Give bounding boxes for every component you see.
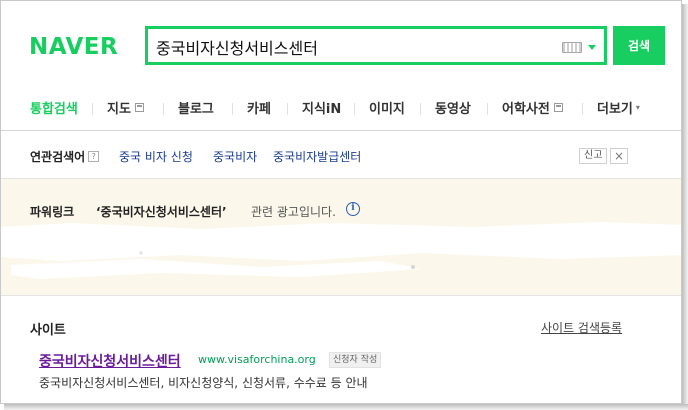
powerlink-section: 파워링크 ‘중국비자신청서비스센터’ 관련 광고입니다. i [1,179,681,295]
chevron-down-icon[interactable] [588,45,596,50]
redacted-ads [1,222,681,279]
frame-shadow [682,4,688,410]
tab-kin[interactable]: 지식iN [302,98,341,117]
report-button[interactable]: 신고 [579,148,608,164]
tab-blog[interactable]: 블로그 [178,98,214,117]
search-box[interactable] [145,26,607,65]
close-icon[interactable]: × [610,148,628,164]
nav-divider [354,103,355,115]
tab-dictionary[interactable]: 어학사전 [502,98,563,117]
info-icon[interactable]: i [346,202,360,216]
nav-divider [287,103,288,115]
result-badge: 신청자 작성 [329,352,382,368]
nav-divider [582,103,583,115]
related-link[interactable]: 중국비자발급센터 [273,148,361,165]
nav-divider [163,103,164,115]
tab-more[interactable]: 더보기 ▾ [597,98,640,117]
tab-images[interactable]: 이미지 [369,98,405,117]
search-button[interactable]: 검색 [613,26,665,65]
window-icon [553,103,563,112]
tab-integrated[interactable]: 통합검색 [30,98,78,117]
tab-map[interactable]: 지도 [107,98,144,117]
nav-divider [92,103,93,115]
window-icon [134,103,144,112]
triangle-down-icon: ▾ [635,103,640,112]
nav-divider [420,103,421,115]
naver-logo[interactable]: NAVER [29,34,118,60]
nav-divider [487,103,488,115]
site-section-title: 사이트 [30,323,66,338]
related-searches: 연관검색어 ? 중국 비자 신청 중국비자 중국비자발급센터 신고 × [1,131,681,178]
site-register-link[interactable]: 사이트 검색등록 [541,319,622,336]
result-description: 중국비자신청서비스센터, 비자신청양식, 신청서류, 수수료 등 안내 [39,376,368,390]
keyboard-icon[interactable] [562,42,582,53]
help-icon[interactable]: ? [88,151,100,162]
nav-divider [232,103,233,115]
powerlink-title: 파워링크 [30,205,75,219]
search-input[interactable] [156,35,536,59]
result-title-link[interactable]: 중국비자신청서비스센터 [39,351,181,371]
related-link[interactable]: 중국비자 [213,148,257,165]
frame-shadow [4,404,688,410]
result-url[interactable]: www.visaforchina.org [198,353,316,366]
browser-frame: NAVER 검색 통합검색 지도 블로그 카페 지식iN 이미지 동영상 어학사… [0,0,682,404]
related-link[interactable]: 중국 비자 신청 [119,148,193,165]
powerlink-suffix: 관련 광고입니다. [251,205,336,219]
related-title: 연관검색어 ? [30,148,100,165]
tab-cafe[interactable]: 카페 [247,98,271,117]
powerlink-query: ‘중국비자신청서비스센터’ [96,205,227,219]
divider [1,295,681,296]
tab-video[interactable]: 동영상 [435,98,471,117]
search-tabs: 통합검색 지도 블로그 카페 지식iN 이미지 동영상 어학사전 더보기 ▾ [1,98,681,120]
